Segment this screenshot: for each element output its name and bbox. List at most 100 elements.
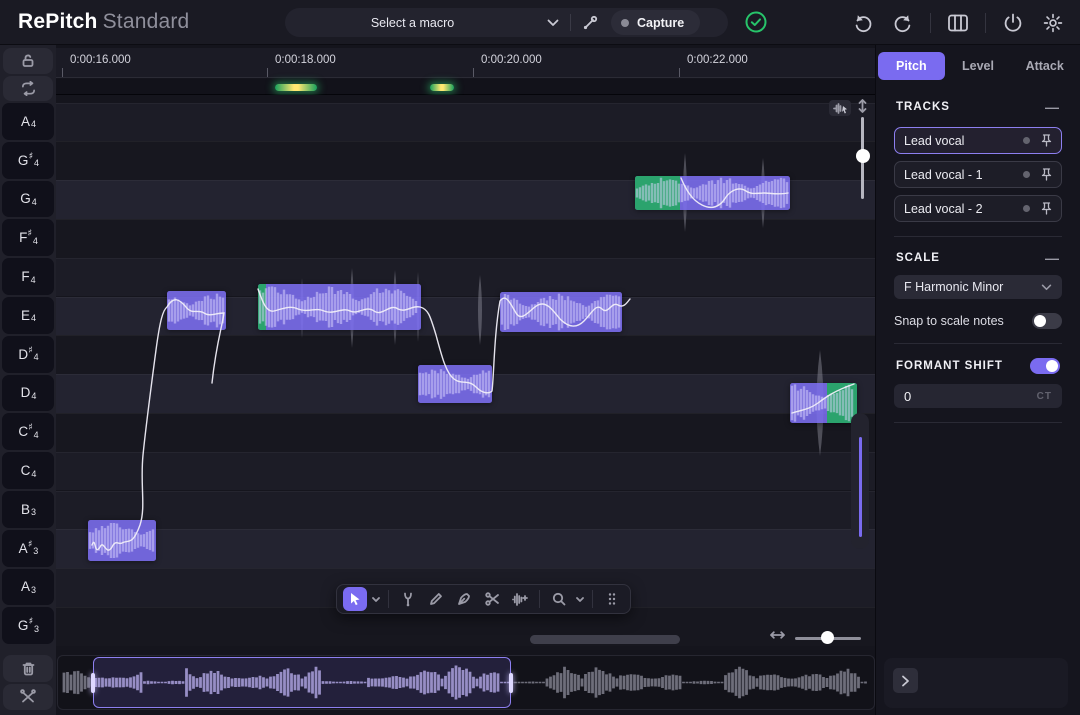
timeline-tick [62,68,63,77]
select-tool-chevron-icon[interactable] [371,597,381,602]
horizontal-zoom-icon [770,629,785,641]
power-button[interactable] [1000,10,1026,36]
marker-strip [56,79,875,95]
timeline-tick [473,68,474,77]
track-mute-dot-icon[interactable] [1023,137,1030,144]
capture-button[interactable]: Capture [611,10,700,35]
track-name: Lead vocal [904,134,1023,148]
note-block-note-e4-c[interactable] [500,292,622,332]
transient-tool-button[interactable] [508,587,532,611]
note-cell-ds4[interactable]: D♯4 [2,336,54,373]
pen-tool-button[interactable] [452,587,476,611]
cut-button[interactable] [3,684,53,710]
panel-tabs: PitchLevelAttack [876,45,1080,82]
pencil-tool-button[interactable] [424,587,448,611]
track-mute-dot-icon[interactable] [1023,171,1030,178]
note-block-note-d4-a[interactable] [418,365,492,403]
block-waveform [500,292,622,332]
note-cell-d4[interactable]: D4 [2,375,54,412]
layout-columns-button[interactable] [945,10,971,36]
pitch-lane-a4 [56,103,875,142]
note-cell-f4[interactable]: F4 [2,258,54,295]
scissors-tool-button[interactable] [480,587,504,611]
note-cell-a3[interactable]: A3 [2,569,54,606]
vertical-scrollbar-thumb[interactable] [859,437,862,537]
block-waveform [258,284,421,330]
capture-label: Capture [637,16,684,30]
redo-button[interactable] [890,10,916,36]
track-mute-dot-icon[interactable] [1023,205,1030,212]
note-block-note-as3[interactable] [88,520,156,561]
note-block-note-e4-a[interactable] [167,291,226,330]
macro-select[interactable]: Select a macro [285,16,540,30]
note-cell-e4[interactable]: E4 [2,297,54,334]
vertical-zoom-icon [856,99,869,113]
formant-title: FORMANT SHIFT [896,360,1003,372]
select-tool-button[interactable] [343,587,367,611]
note-cell-a4[interactable]: A4 [2,103,54,140]
note-cell-c4[interactable]: C4 [2,452,54,489]
horizontal-scrollbar[interactable] [530,635,680,644]
expand-panel-button[interactable] [893,668,918,693]
track-item[interactable]: Lead vocal - 2 [894,195,1062,222]
note-cell-b3[interactable]: B3 [2,491,54,528]
note-cell-as3[interactable]: A♯3 [2,530,54,567]
tracks-collapse-button[interactable]: — [1045,100,1060,114]
note-cell-fs4[interactable]: F♯4 [2,219,54,256]
undo-button[interactable] [850,10,876,36]
tab-pitch[interactable]: Pitch [878,52,945,80]
tab-attack[interactable]: Attack [1011,52,1078,80]
timeline-ruler[interactable]: 0:00:16.0000:00:18.0000:00:20.0000:00:22… [56,48,875,78]
side-panel: PitchLevelAttack TRACKS — Lead vocalLead… [875,45,1080,715]
formant-value: 0 [904,389,1037,404]
note-block-note-g4[interactable] [635,176,790,210]
zoom-tool-chevron-icon[interactable] [575,597,585,602]
pin-icon[interactable] [1041,134,1052,147]
horizontal-zoom-knob[interactable] [821,631,834,644]
scale-collapse-button[interactable]: — [1045,251,1060,265]
formant-toggle[interactable] [1030,358,1060,374]
formant-shift-field[interactable]: 0 CT [894,384,1062,408]
top-bar: RePitchStandard Select a macro Capture [0,0,1080,45]
chevron-down-icon[interactable] [540,19,566,27]
pin-icon[interactable] [1041,202,1052,215]
scale-select[interactable]: F Harmonic Minor [894,275,1062,299]
selection-right-handle[interactable] [509,673,513,693]
loop-button[interactable] [3,76,53,101]
block-waveform [167,291,226,330]
loop-marker [275,84,317,91]
track-name: Lead vocal - 2 [904,202,1023,216]
waveform-overview[interactable] [57,655,875,710]
overview-selection[interactable] [93,657,511,708]
snap-toggle[interactable] [1032,313,1062,329]
note-block-note-e4-b[interactable] [258,284,421,330]
divider [592,590,593,608]
note-cell-gs3[interactable]: G♯3 [2,607,54,644]
track-item[interactable]: Lead vocal [894,127,1062,154]
timeline-tick [267,68,268,77]
note-cell-g4[interactable]: G4 [2,181,54,218]
waveform-display-icon[interactable] [829,100,851,116]
macro-group: Select a macro Capture [285,8,728,37]
toolbar-drag-handle[interactable] [600,587,624,611]
vertical-zoom-knob[interactable] [856,149,870,163]
timeline-label: 0:00:18.000 [275,54,336,66]
timeline-tick [679,68,680,77]
note-cell-gs4[interactable]: G♯4 [2,142,54,179]
settings-gear-button[interactable] [1040,10,1066,36]
topbar-actions [850,0,1066,45]
pin-icon[interactable] [1041,168,1052,181]
note-cell-cs4[interactable]: C♯4 [2,413,54,450]
macro-routing-icon[interactable] [575,15,605,31]
timeline-label: 0:00:16.000 [70,54,131,66]
note-block-note-d4-b[interactable] [790,383,857,423]
track-item[interactable]: Lead vocal - 1 [894,161,1062,188]
selection-left-handle[interactable] [91,673,95,693]
pitch-lane-c4 [56,452,875,491]
unlock-button[interactable] [3,48,53,74]
pitch-canvas[interactable] [56,95,875,650]
note-split-tool-button[interactable] [396,587,420,611]
tab-level[interactable]: Level [945,52,1012,80]
zoom-tool-button[interactable] [547,587,571,611]
trash-button[interactable] [3,655,53,682]
